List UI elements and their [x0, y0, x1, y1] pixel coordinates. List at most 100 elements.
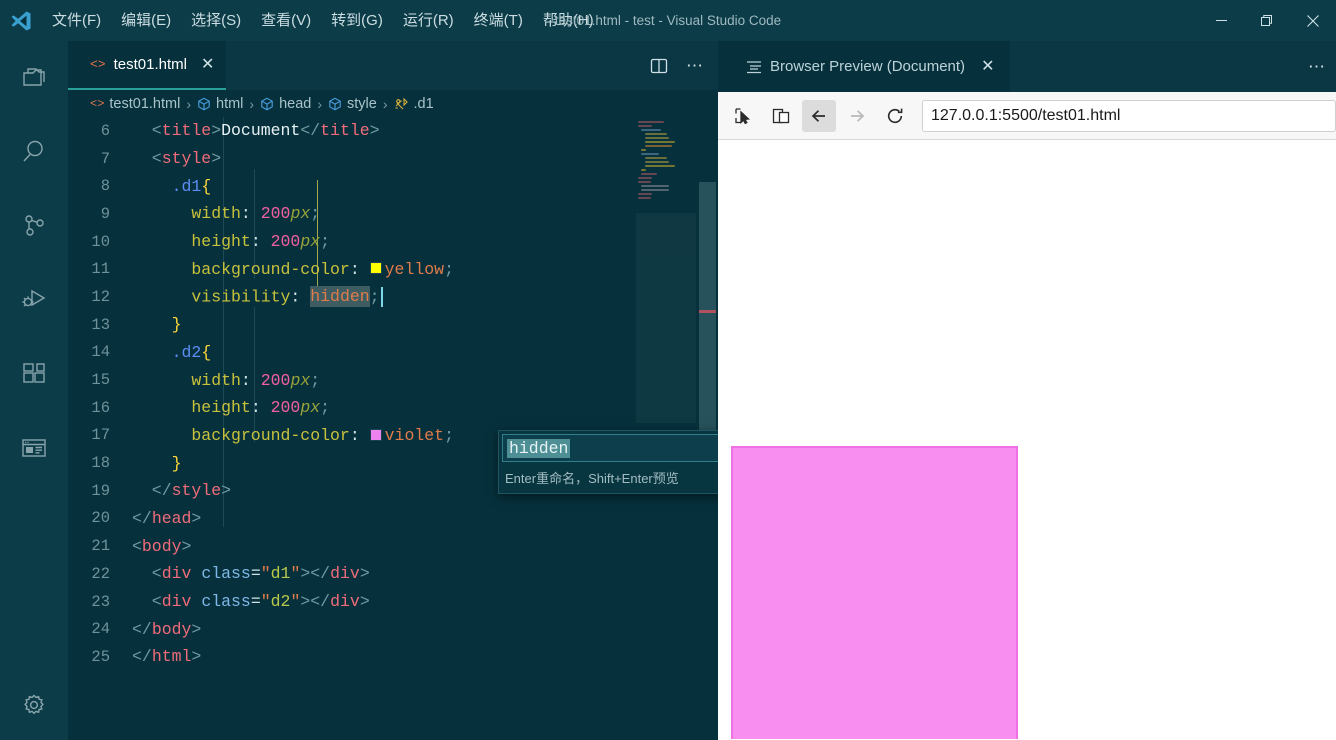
- code-text: </html>: [132, 647, 201, 666]
- html-file-icon: <>: [90, 96, 105, 111]
- close-button[interactable]: [1290, 0, 1336, 41]
- rename-input[interactable]: hidden: [502, 434, 718, 462]
- code-line[interactable]: 6 <title>Document</title>: [68, 117, 718, 145]
- code-token: yellow: [384, 259, 445, 279]
- code-line[interactable]: 24 </body>: [68, 615, 718, 643]
- gear-icon[interactable]: [0, 670, 68, 740]
- editor-tab-test01[interactable]: <> test01.html ✕: [68, 41, 227, 90]
- menu-go[interactable]: 转到(G): [321, 0, 393, 41]
- line-number: 10: [91, 232, 110, 251]
- menu-run[interactable]: 运行(R): [393, 0, 464, 41]
- code-token: px: [300, 398, 321, 418]
- source-control-icon[interactable]: [0, 189, 68, 263]
- code-token: ;: [310, 204, 321, 224]
- code-line[interactable]: 23 <div class="d2"></div>: [68, 588, 718, 616]
- close-icon[interactable]: ✕: [195, 56, 214, 73]
- menu-help[interactable]: 帮助(H): [533, 0, 604, 41]
- code-text: visibility: hidden;: [132, 286, 383, 308]
- code-token: width: [191, 204, 241, 224]
- code-token: </: [132, 647, 152, 667]
- menu-view[interactable]: 查看(V): [251, 0, 321, 41]
- code-token: violet: [384, 425, 445, 445]
- html-file-icon: <>: [90, 57, 106, 72]
- code-token: <: [151, 121, 162, 141]
- url-bar[interactable]: 127.0.0.1:5500/test01.html: [922, 99, 1336, 132]
- run-and-debug-icon[interactable]: [0, 263, 68, 337]
- rename-input-widget[interactable]: hidden Enter重命名，Shift+Enter预览: [498, 430, 718, 494]
- minimap[interactable]: [636, 117, 696, 740]
- editor-scrollbar[interactable]: [696, 117, 718, 740]
- code-line[interactable]: 7 <style>: [68, 145, 718, 173]
- code-line[interactable]: 25 </html>: [68, 643, 718, 671]
- code-text: .d2{: [132, 343, 212, 362]
- code-token: ;: [369, 287, 380, 307]
- editor-more-actions-icon[interactable]: ⋯: [680, 51, 710, 81]
- code-token: <: [151, 149, 162, 169]
- reload-icon[interactable]: [878, 100, 912, 132]
- color-swatch-icon[interactable]: [369, 428, 382, 441]
- code-line[interactable]: 9 width: 200px;: [68, 200, 718, 228]
- preview-more-actions-icon[interactable]: ⋯: [1302, 52, 1332, 82]
- preview-tab[interactable]: Browser Preview (Document) ✕: [718, 41, 1011, 92]
- code-line[interactable]: 20 </head>: [68, 505, 718, 533]
- code-text: }: [132, 315, 182, 334]
- files-explorer-icon[interactable]: [0, 41, 68, 115]
- breadcrumb-item-style[interactable]: style: [328, 96, 377, 112]
- menu-terminal[interactable]: 终端(T): [464, 0, 533, 41]
- breadcrumb-item-file[interactable]: <> test01.html: [90, 96, 180, 112]
- extensions-icon[interactable]: [0, 337, 68, 411]
- code-line[interactable]: 21 <body>: [68, 532, 718, 560]
- code-line[interactable]: 22 <div class="d1"></div>: [68, 560, 718, 588]
- code-line[interactable]: 16 height: 200px;: [68, 394, 718, 422]
- code-token: ;: [320, 398, 331, 418]
- code-line[interactable]: 12 visibility: hidden;: [68, 283, 718, 311]
- minimize-button[interactable]: [1198, 0, 1244, 41]
- window-controls: [1198, 0, 1336, 41]
- symbol-field-icon: [260, 97, 274, 111]
- code-token: ": [290, 564, 301, 584]
- breadcrumb-item-d1[interactable]: .d1: [394, 96, 434, 112]
- code-token: 200: [270, 232, 301, 252]
- cursor-select-icon[interactable]: [726, 100, 760, 132]
- code-token: ></: [300, 592, 331, 612]
- line-number: 6: [100, 121, 110, 140]
- browser-preview-icon[interactable]: [0, 411, 68, 485]
- code-line[interactable]: 13}: [68, 311, 718, 339]
- menu-edit[interactable]: 编辑(E): [111, 0, 181, 41]
- code-line[interactable]: 8 .d1{: [68, 172, 718, 200]
- code-text: </body>: [132, 620, 201, 639]
- code-text: }: [132, 454, 182, 473]
- menu-selection[interactable]: 选择(S): [181, 0, 251, 41]
- breadcrumb-item-html[interactable]: html: [197, 96, 243, 112]
- minimap-slider[interactable]: [636, 213, 696, 423]
- code-line[interactable]: 15 width: 200px;: [68, 366, 718, 394]
- search-icon[interactable]: [0, 115, 68, 189]
- browser-toolbar: 127.0.0.1:5500/test01.html: [718, 92, 1336, 140]
- code-token: ;: [310, 370, 321, 390]
- device-toggle-icon[interactable]: [764, 100, 798, 132]
- line-number: 15: [91, 371, 110, 390]
- color-swatch-icon[interactable]: [369, 262, 382, 275]
- code-token: class: [201, 592, 251, 612]
- code-line[interactable]: 11 background-color: yellow;: [68, 255, 718, 283]
- code-token: background-color: [191, 425, 350, 445]
- line-number: 25: [91, 647, 110, 666]
- code-token: width: [191, 370, 241, 390]
- breadcrumb-item-head[interactable]: head: [260, 96, 311, 112]
- code-text: height: 200px;: [132, 398, 330, 417]
- code-token: title: [161, 121, 212, 141]
- code-line[interactable]: 14 .d2{: [68, 339, 718, 367]
- code-text: height: 200px;: [132, 232, 330, 251]
- menu-file[interactable]: 文件(F): [42, 0, 111, 41]
- code-line[interactable]: 10 height: 200px;: [68, 228, 718, 256]
- line-number: 9: [100, 204, 110, 223]
- line-number: 8: [100, 177, 110, 196]
- arrow-right-icon: [840, 100, 874, 132]
- split-editor-icon[interactable]: [644, 51, 674, 81]
- code-editor[interactable]: 6 <title>Document</title> 7 <style> 8 .d1{9 wi…: [68, 117, 718, 740]
- close-icon[interactable]: ✕: [973, 58, 994, 75]
- code-text: <style>: [132, 149, 221, 168]
- restore-button[interactable]: [1244, 0, 1290, 41]
- code-token: d2: [270, 592, 291, 612]
- arrow-left-icon[interactable]: [802, 99, 836, 132]
